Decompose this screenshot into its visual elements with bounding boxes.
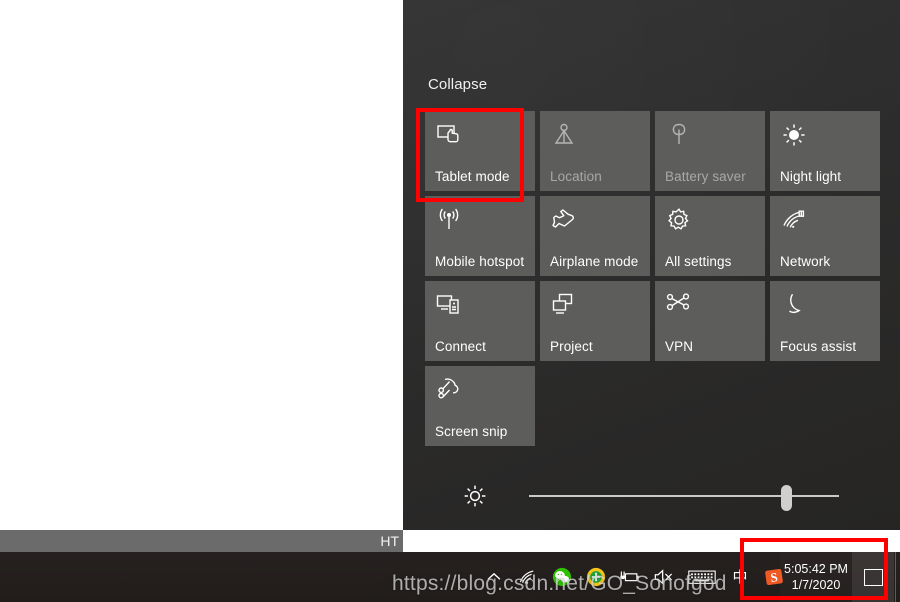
quick-action-tile-vpn[interactable]: VPN [655, 281, 765, 361]
quick-actions-grid: Tablet mode Location Battery saver Night… [425, 111, 885, 451]
ime-mode-icon[interactable]: 中 [729, 566, 751, 588]
quick-action-tile-focus-assist[interactable]: Focus assist [770, 281, 880, 361]
tile-label: Network [780, 254, 831, 269]
tile-label: Tablet mode [435, 169, 510, 184]
brightness-icon [461, 482, 489, 510]
connect-icon [435, 291, 463, 319]
show-desktop-button[interactable] [895, 552, 900, 602]
screen-root: HT Collapse Tablet mode Location Battery… [0, 0, 900, 602]
quick-action-tile-empty [770, 366, 880, 446]
quick-action-tile-connect[interactable]: Connect [425, 281, 535, 361]
brightness-slider-thumb[interactable] [780, 485, 792, 511]
battery-saver-icon [665, 121, 693, 149]
quick-action-tile-screen-snip[interactable]: Screen snip [425, 366, 535, 446]
action-center-panel: Collapse Tablet mode Location Battery sa… [403, 0, 900, 530]
tile-label: Screen snip [435, 424, 508, 439]
brightness-slider-track[interactable] [529, 495, 839, 497]
quick-action-tile-network[interactable]: Network [770, 196, 880, 276]
quick-action-tile-all-settings[interactable]: All settings [655, 196, 765, 276]
quick-action-tile-location[interactable]: Location [540, 111, 650, 191]
tile-label: Battery saver [665, 169, 746, 184]
window-status-bar-text: HT [380, 533, 399, 549]
night-light-icon [780, 121, 808, 149]
background-window-content [0, 0, 403, 530]
window-status-bar: HT [0, 530, 403, 552]
tile-label: Focus assist [780, 339, 857, 354]
tile-label: Connect [435, 339, 486, 354]
quick-action-tile-mobile-hotspot[interactable]: Mobile hotspot [425, 196, 535, 276]
action-center-button[interactable] [852, 552, 894, 602]
quick-action-tile-empty [655, 366, 765, 446]
project-icon [550, 291, 578, 319]
tile-label: Night light [780, 169, 842, 184]
tile-label: All settings [665, 254, 732, 269]
clock-date: 1/7/2020 [791, 578, 841, 592]
gear-icon [665, 206, 693, 234]
tile-label: Location [550, 169, 602, 184]
mobile-hotspot-icon [435, 206, 463, 234]
quick-action-tile-tablet-mode[interactable]: Tablet mode [425, 111, 535, 191]
moon-icon [780, 291, 808, 319]
tile-label: VPN [665, 339, 694, 354]
quick-actions-row: Screen snip [425, 366, 885, 446]
quick-actions-row: Connect Project VPN Focus assist [425, 281, 885, 361]
quick-action-tile-project[interactable]: Project [540, 281, 650, 361]
watermark-text: https://blog.csdn.net/GO_Sonofgod [392, 572, 727, 595]
airplane-icon [550, 206, 578, 234]
brightness-slider-row[interactable] [461, 480, 881, 516]
action-center-icon [863, 568, 883, 586]
screen-snip-icon [435, 376, 463, 404]
quick-action-tile-airplane-mode[interactable]: Airplane mode [540, 196, 650, 276]
tile-label: Project [550, 339, 593, 354]
tile-label: Mobile hotspot [435, 254, 525, 269]
tablet-mode-icon [435, 121, 463, 149]
collapse-button[interactable]: Collapse [428, 76, 487, 93]
clock[interactable]: 5:05:42 PM 1/7/2020 [780, 552, 852, 602]
network-icon [780, 206, 808, 234]
quick-action-tile-empty [540, 366, 650, 446]
clock-time: 5:05:42 PM [784, 562, 848, 576]
quick-actions-row: Tablet mode Location Battery saver Night… [425, 111, 885, 191]
tile-label: Airplane mode [550, 254, 639, 269]
vpn-icon [665, 291, 693, 319]
quick-action-tile-night-light[interactable]: Night light [770, 111, 880, 191]
quick-action-tile-battery-saver[interactable]: Battery saver [655, 111, 765, 191]
quick-actions-row: Mobile hotspot Airplane mode All setting… [425, 196, 885, 276]
location-icon [550, 121, 578, 149]
